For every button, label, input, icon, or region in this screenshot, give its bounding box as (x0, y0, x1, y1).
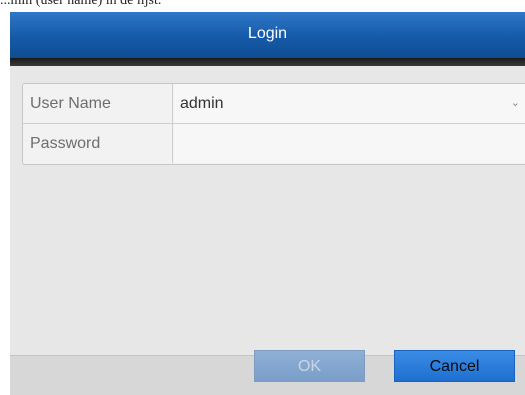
caption-strip: ...min (user name) in de lijst. (0, 0, 525, 12)
login-form: User Name admin ⌄ Password (22, 83, 525, 165)
chevron-down-icon[interactable]: ⌄ (511, 84, 520, 123)
username-select[interactable]: admin ⌄ (174, 84, 525, 123)
ok-button[interactable]: OK (254, 350, 365, 382)
login-dialog: Login User Name admin ⌄ Password (10, 12, 525, 395)
password-row: Password (23, 124, 525, 163)
dialog-title: Login (247, 25, 288, 42)
password-field[interactable] (174, 124, 525, 163)
cancel-button[interactable]: Cancel (394, 350, 515, 382)
username-label: User Name (23, 84, 173, 123)
password-label: Password (23, 124, 173, 163)
titlebar-divider (10, 58, 525, 66)
username-row: User Name admin ⌄ (23, 84, 525, 124)
caption-text: ...min (user name) in de lijst. (0, 0, 162, 8)
username-value: admin (180, 95, 224, 112)
